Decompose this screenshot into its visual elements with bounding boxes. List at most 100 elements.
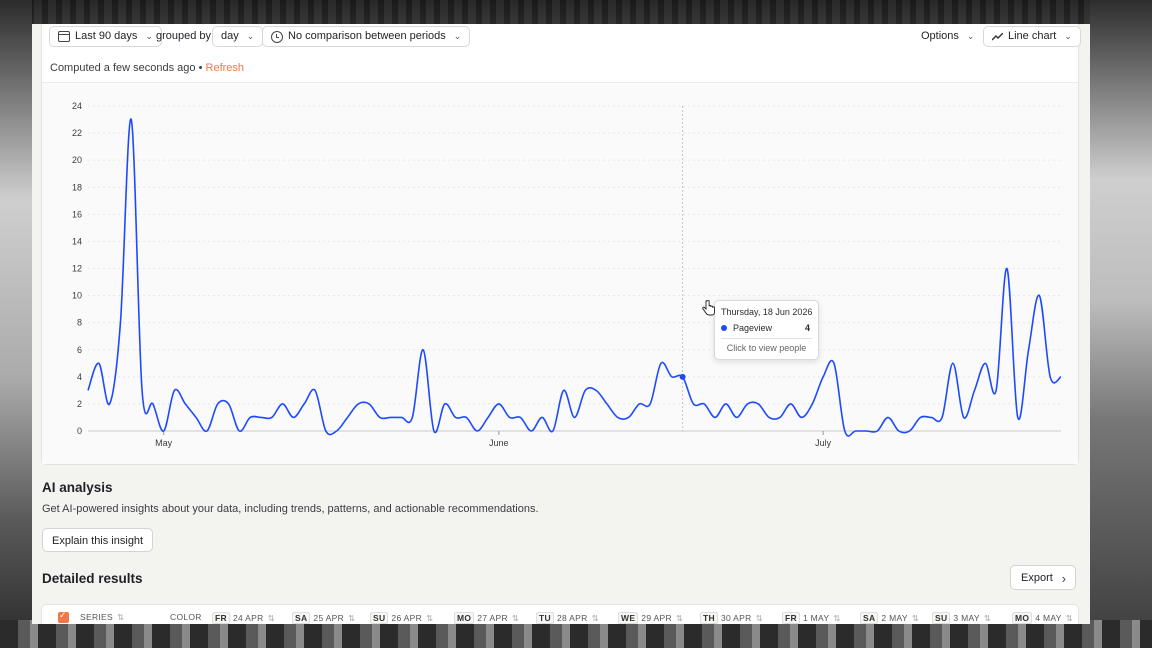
x-tick-label: May — [155, 438, 173, 448]
insight-toolbar: Last 90 days ⌄ grouped by day ⌄ No compa… — [42, 24, 1081, 52]
computed-status: Computed a few seconds ago • Refresh — [50, 62, 244, 74]
date-range-label: Last 90 days — [75, 30, 138, 42]
column-header[interactable]: FR 24 APR ⇅ — [212, 612, 275, 624]
column-weekday: MO — [454, 612, 475, 624]
chart-type-select[interactable]: Line chart ⌄ — [983, 26, 1081, 47]
column-label: 2 MAY — [881, 613, 908, 623]
calendar-icon — [58, 31, 70, 42]
chart-tooltip[interactable]: Thursday, 18 Jun 2026 Pageview 4 Click t… — [714, 300, 819, 360]
chevron-down-icon: ⌄ — [966, 31, 975, 41]
column-header[interactable]: TH 30 APR ⇅ — [700, 612, 763, 624]
pageview-series-line[interactable] — [87, 118, 1062, 437]
options-button[interactable]: Options ⌄ — [913, 26, 983, 47]
sort-icon[interactable]: ⇅ — [1066, 613, 1073, 623]
comparison-label: No comparison between periods — [288, 30, 446, 42]
column-header[interactable]: TU 28 APR ⇅ — [536, 612, 599, 624]
background-ground — [0, 620, 1152, 648]
y-tick-label: 0 — [77, 426, 82, 436]
hover-data-point[interactable] — [679, 373, 686, 380]
y-tick-label: 16 — [72, 209, 82, 219]
column-weekday: MO — [1012, 612, 1033, 624]
tooltip-view-people-link[interactable]: Click to view people — [715, 343, 818, 353]
y-tick-label: 6 — [77, 345, 82, 355]
y-tick-label: 8 — [77, 318, 82, 328]
column-header[interactable]: FR 1 MAY ⇅ — [782, 612, 841, 624]
column-weekday: FR — [782, 612, 800, 624]
column-label: 28 APR — [556, 613, 588, 623]
column-weekday: TH — [700, 612, 718, 624]
hand-cursor-icon — [702, 300, 715, 316]
column-label: 4 MAY — [1035, 613, 1062, 623]
sort-icon[interactable]: ⇅ — [756, 613, 763, 623]
sort-icon[interactable]: ⇅ — [592, 613, 599, 623]
sort-icon[interactable]: ⇅ — [117, 612, 124, 622]
column-label: 29 APR — [641, 613, 672, 623]
results-table-header: SERIES⇅COLORFR24 APR⇅SA25 APR⇅SU26 APR⇅M… — [41, 604, 1079, 624]
column-label: 27 APR — [477, 613, 508, 623]
grouped-by-label: grouped by — [156, 30, 212, 42]
comparison-select[interactable]: No comparison between periods ⌄ — [262, 26, 471, 47]
y-tick-label: 24 — [72, 101, 82, 111]
column-weekday: TU — [536, 612, 554, 624]
column-header[interactable]: WE 29 APR ⇅ — [618, 612, 683, 624]
column-header[interactable]: COLOR — [170, 612, 202, 622]
x-tick-label: July — [815, 438, 832, 448]
y-tick-label: 2 — [77, 399, 82, 409]
column-header[interactable]: SU 3 MAY ⇅ — [932, 612, 991, 624]
export-label: Export — [1021, 572, 1053, 584]
options-label: Options — [921, 30, 959, 42]
column-label: 3 MAY — [953, 613, 980, 623]
sort-icon[interactable]: ⇅ — [268, 613, 275, 623]
chevron-right-icon: › — [1061, 571, 1066, 586]
interval-select[interactable]: day ⌄ — [212, 26, 264, 47]
sort-icon[interactable]: ⇅ — [984, 613, 991, 623]
refresh-link[interactable]: Refresh — [206, 62, 245, 74]
sort-icon[interactable]: ⇅ — [348, 613, 355, 623]
column-weekday: SA — [292, 612, 311, 624]
chevron-down-icon: ⌄ — [246, 31, 255, 41]
y-tick-label: 14 — [72, 236, 82, 246]
y-tick-label: 20 — [72, 155, 82, 165]
export-button[interactable]: Export › — [1010, 565, 1076, 590]
column-label: 26 APR — [391, 613, 423, 623]
y-tick-label: 10 — [72, 291, 82, 301]
x-tick-label: June — [489, 438, 509, 448]
column-weekday: WE — [618, 612, 639, 624]
status-separator: • — [198, 62, 203, 74]
sort-icon[interactable]: ⇅ — [512, 613, 519, 623]
column-label: 25 APR — [313, 613, 345, 623]
line-chart[interactable]: 024681012141618202224May June July — [42, 83, 1078, 464]
select-all-checkbox[interactable] — [58, 610, 69, 623]
insight-window: Last 90 days ⌄ grouped by day ⌄ No compa… — [32, 24, 1090, 624]
line-chart-area[interactable]: 0 2 4 6 8 10 12 14 16 18 20 22 24 May June July — [42, 83, 1078, 464]
column-label: 1 MAY — [802, 613, 830, 623]
date-range-button[interactable]: Last 90 days ⌄ — [49, 26, 162, 47]
ai-analysis-description: Get AI-powered insights about your data,… — [42, 503, 539, 515]
column-header[interactable]: SA 2 MAY ⇅ — [860, 612, 919, 624]
sort-icon[interactable]: ⇅ — [676, 613, 683, 623]
chevron-down-icon: ⌄ — [453, 31, 462, 41]
tooltip-series-name: Pageview — [733, 323, 773, 333]
column-header[interactable]: MO 27 APR ⇅ — [454, 612, 519, 624]
column-header[interactable]: SU 26 APR ⇅ — [370, 612, 433, 624]
tooltip-divider — [721, 338, 812, 339]
detailed-results-title: Detailed results — [42, 571, 143, 586]
tooltip-date: Thursday, 18 Jun 2026 — [721, 307, 813, 317]
sort-icon[interactable]: ⇅ — [426, 613, 433, 623]
sort-icon[interactable]: ⇅ — [833, 613, 840, 623]
explain-insight-button[interactable]: Explain this insight — [42, 528, 154, 552]
column-weekday: FR — [212, 612, 230, 624]
computed-text: Computed a few seconds ago — [50, 62, 196, 74]
tooltip-series-row: Pageview 4 — [721, 323, 810, 333]
sort-icon[interactable]: ⇅ — [912, 613, 919, 623]
column-header[interactable]: SERIES ⇅ — [80, 612, 124, 623]
tooltip-series-value: 4 — [804, 323, 810, 333]
column-weekday: SU — [370, 612, 389, 624]
column-weekday: SA — [860, 612, 879, 624]
chevron-down-icon: ⌄ — [1064, 31, 1072, 41]
column-header[interactable]: MO 4 MAY ⇅ — [1012, 612, 1073, 624]
column-header[interactable]: SA 25 APR ⇅ — [292, 612, 355, 624]
column-label: 24 APR — [232, 613, 264, 623]
y-tick-label: 22 — [72, 128, 82, 138]
background-right-strip — [1090, 0, 1152, 648]
